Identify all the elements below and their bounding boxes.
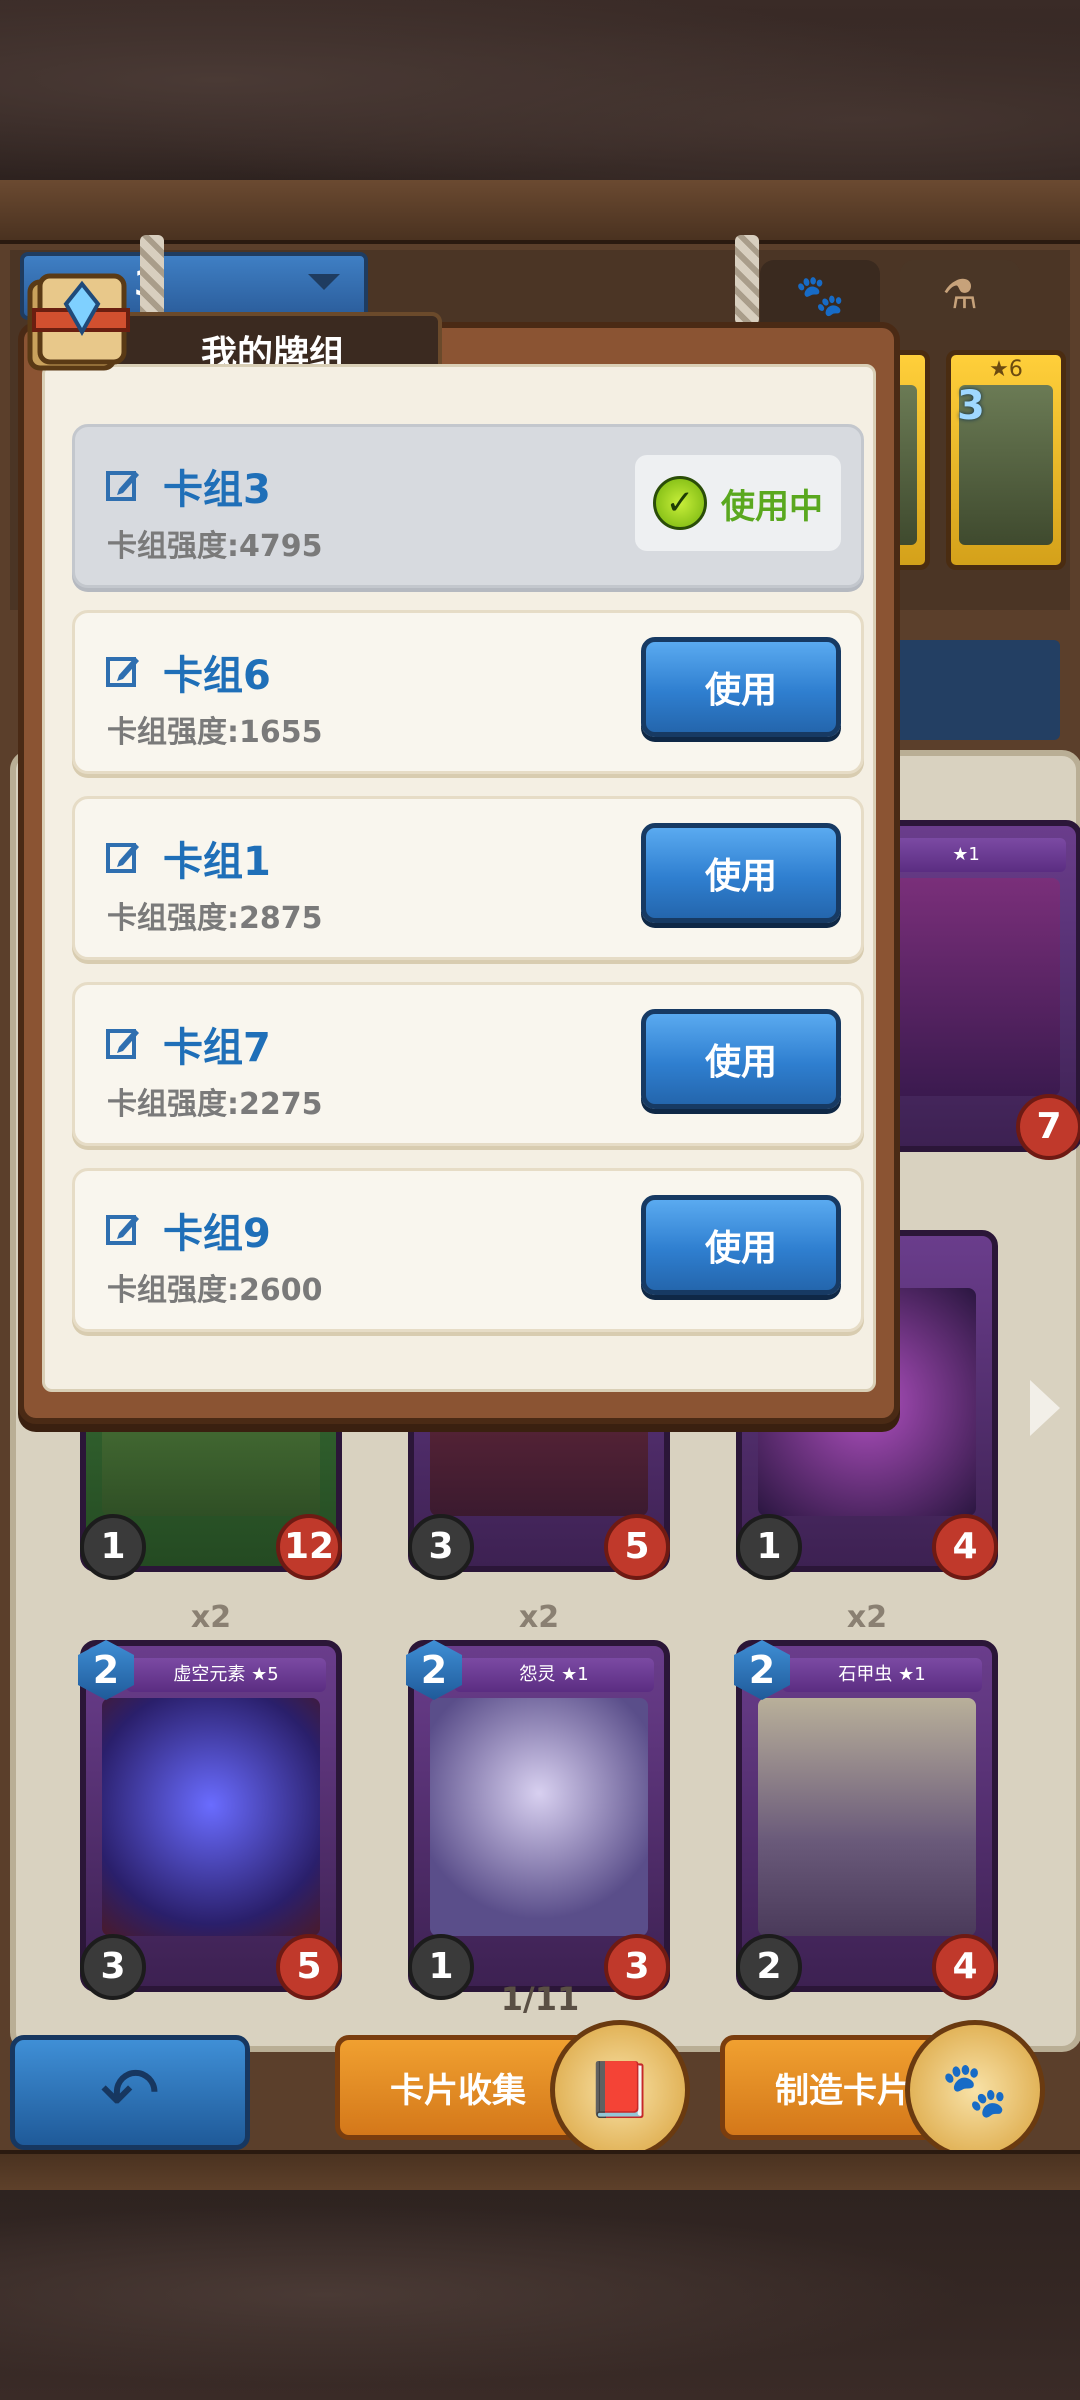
mini-card-cost: 3	[957, 383, 985, 429]
deck-strength: 卡组强度:2275	[107, 1087, 323, 1122]
deck-name: 卡组1	[163, 839, 271, 885]
card-row2-2[interactable]: x2 怨灵 ★1 2 1 3	[406, 1600, 670, 2000]
card-count: x2	[518, 1600, 560, 1635]
rope-right	[735, 235, 759, 325]
deck-row[interactable]: 卡组1 卡组强度:2875 使用	[72, 796, 864, 960]
card-count: x2	[846, 1600, 888, 1635]
card-cost: 2	[734, 1640, 790, 1700]
card-row2-1[interactable]: x2 虚空元素 ★5 2 3 5	[78, 1600, 342, 2000]
paw-icon: 🐾	[795, 272, 845, 319]
card-atk: 3	[408, 1514, 474, 1580]
page-indicator: 1/11	[500, 1980, 580, 2018]
card-banner: 虚空元素 ★5	[126, 1658, 326, 1692]
chevron-right-icon[interactable]	[1030, 1380, 1060, 1436]
card-hp: 12	[276, 1514, 342, 1580]
deck-name: 卡组9	[163, 1211, 271, 1257]
use-deck-button[interactable]: 使用	[641, 637, 841, 737]
deck-strength: 卡组强度:2600	[107, 1273, 323, 1308]
edit-icon[interactable]	[105, 1211, 141, 1247]
card-book-icon: 📕	[550, 2020, 690, 2160]
deck-strength: 卡组强度:1655	[107, 715, 323, 750]
card-collection-label: 卡片收集	[390, 2071, 526, 2111]
craft-card-button[interactable]: 制造卡片 🐾	[720, 2020, 1045, 2160]
wood-frame-top	[0, 180, 1080, 244]
tab-paw[interactable]: 🐾	[760, 260, 880, 330]
in-use-label: 使用中	[721, 486, 823, 527]
deck-name: 卡组6	[163, 653, 271, 699]
chevron-down-icon	[308, 274, 340, 290]
my-decks-dialog: 我的牌组 卡组3 卡组强度:4795 ✓ 使用中 卡组6 卡组强度:1655 使…	[18, 273, 900, 1424]
paw-jar-icon: 🐾	[905, 2020, 1045, 2160]
mini-card[interactable]: ★6 3	[946, 350, 1066, 570]
card-atk: 1	[736, 1514, 802, 1580]
card-banner: 石甲虫 ★1	[782, 1658, 982, 1692]
card-cost: 2	[406, 1640, 462, 1700]
craft-card-label: 制造卡片	[775, 2071, 911, 2111]
card-atk: 1	[80, 1514, 146, 1580]
edit-icon[interactable]	[105, 839, 141, 875]
card-count: x2	[190, 1600, 232, 1635]
deck-row[interactable]: 卡组6 卡组强度:1655 使用	[72, 610, 864, 774]
backdrop-top	[0, 0, 1080, 200]
card-banner: 怨灵 ★1	[454, 1658, 654, 1692]
use-deck-button[interactable]: 使用	[641, 1195, 841, 1295]
card-art	[758, 1698, 976, 1936]
card-collection-button[interactable]: 卡片收集 📕	[335, 2020, 690, 2160]
mini-card-stars: ★6	[989, 357, 1023, 382]
card-cost: 2	[78, 1640, 134, 1700]
card-hp: 4	[932, 1514, 998, 1580]
deck-name: 卡组7	[163, 1025, 271, 1071]
check-icon: ✓	[653, 476, 707, 530]
edit-icon[interactable]	[105, 1025, 141, 1061]
tab-potion[interactable]: ⚗	[900, 260, 1020, 330]
deck-strength: 卡组强度:2875	[107, 901, 323, 936]
back-arrow-icon: ↶	[99, 2050, 161, 2135]
use-deck-button[interactable]: 使用	[641, 1009, 841, 1109]
in-use-badge: ✓ 使用中	[635, 455, 841, 551]
book-icon	[27, 273, 130, 371]
hero-strip: ★6 3	[860, 350, 1070, 580]
card-row2-3[interactable]: x2 石甲虫 ★1 2 2 4	[734, 1600, 998, 2000]
back-button[interactable]: ↶	[10, 2035, 250, 2150]
potion-icon: ⚗	[942, 272, 978, 318]
deck-strength: 卡组强度:4795	[107, 529, 323, 564]
deck-row[interactable]: 卡组9 卡组强度:2600 使用	[72, 1168, 864, 1332]
card-art	[102, 1698, 320, 1936]
deck-row[interactable]: 卡组7 卡组强度:2275 使用	[72, 982, 864, 1146]
deck-name: 卡组3	[163, 467, 271, 513]
card-hp: 5	[604, 1514, 670, 1580]
card-art	[430, 1698, 648, 1936]
edit-icon[interactable]	[105, 467, 141, 503]
edit-icon[interactable]	[105, 653, 141, 689]
backdrop-bottom	[0, 2190, 1080, 2400]
card-hp: 7	[1016, 1094, 1080, 1160]
deck-row[interactable]: 卡组3 卡组强度:4795 ✓ 使用中	[72, 424, 864, 588]
use-deck-button[interactable]: 使用	[641, 823, 841, 923]
